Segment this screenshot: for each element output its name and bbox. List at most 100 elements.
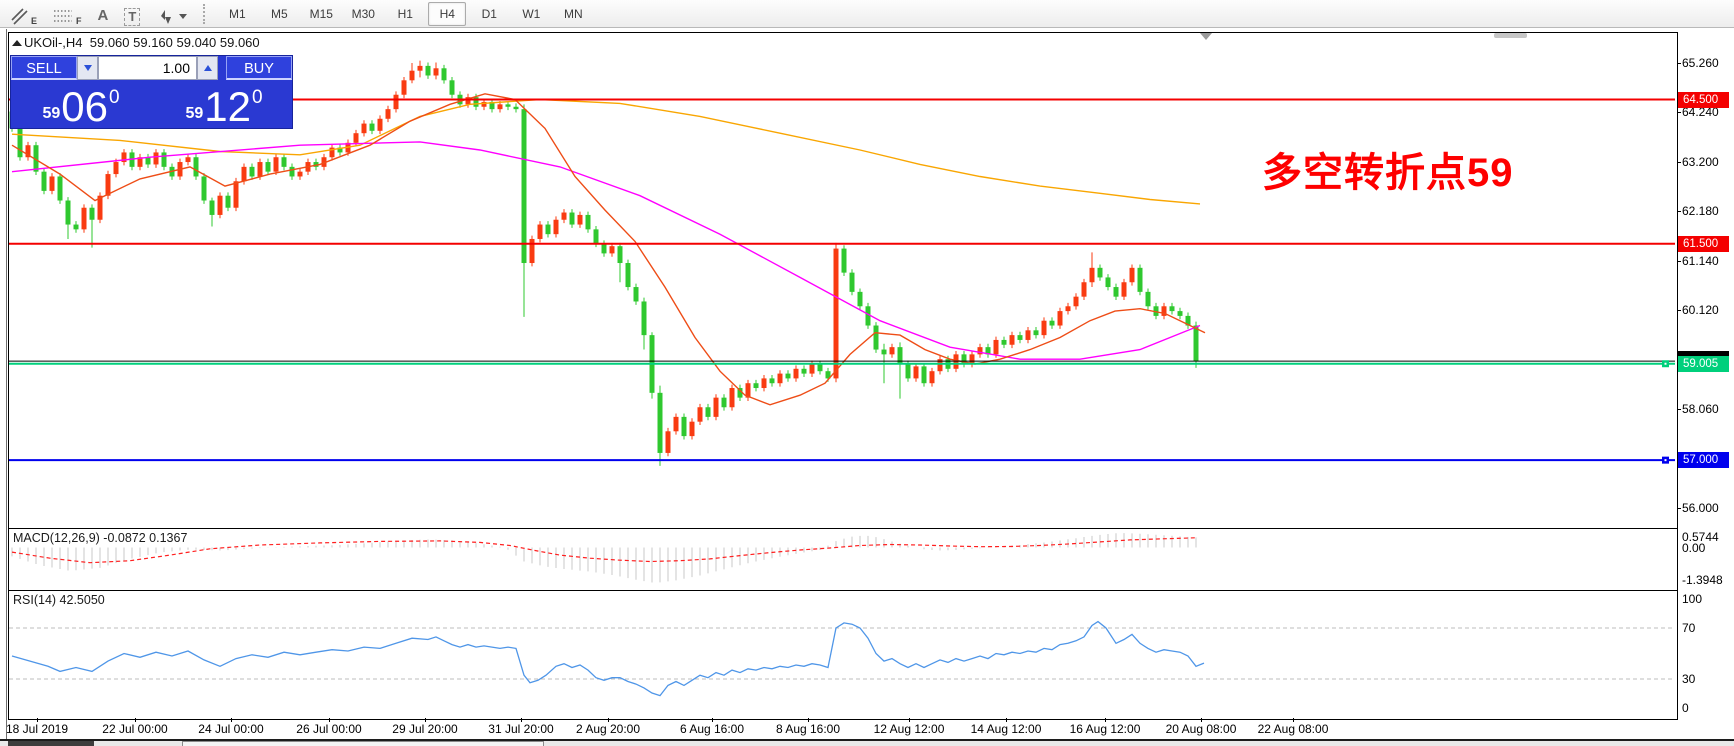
candle — [66, 197, 71, 239]
time-tick-label: 31 Jul 20:00 — [488, 722, 553, 736]
buy-button[interactable]: BUY — [226, 56, 292, 80]
macd-axis-label: 0.00 — [1682, 541, 1705, 555]
time-tick-label: 16 Aug 12:00 — [1070, 722, 1141, 736]
equidistant-channel-tool-button[interactable]: E — [4, 2, 43, 26]
candle — [1082, 279, 1087, 300]
timeframe-m15[interactable]: M15 — [302, 2, 340, 26]
rsi-chart[interactable] — [9, 591, 1675, 717]
candle — [386, 106, 391, 122]
price-tick — [1677, 112, 1681, 113]
time-tick-label: 14 Aug 12:00 — [971, 722, 1042, 736]
candle — [922, 363, 927, 387]
timeframe-m30[interactable]: M30 — [344, 2, 382, 26]
candle — [1186, 313, 1191, 329]
scrollbar-thumb[interactable] — [1494, 33, 1527, 38]
rsi-axis-label: 70 — [1682, 621, 1695, 635]
candle — [58, 173, 63, 204]
time-tick-label: 8 Aug 16:00 — [776, 722, 840, 736]
chart-tab[interactable] — [182, 741, 544, 746]
trade-panel-collapse-icon[interactable] — [12, 40, 22, 46]
price-tick-label: 65.260 — [1682, 56, 1719, 70]
candle — [1114, 284, 1119, 300]
price-tick-label: 62.180 — [1682, 204, 1719, 218]
symbol-period: UKOil-,H4 — [24, 35, 83, 50]
candle — [690, 418, 695, 439]
timeframe-m5[interactable]: M5 — [260, 2, 298, 26]
candle — [442, 65, 447, 84]
time-tick-label: 26 Jul 00:00 — [296, 722, 361, 736]
candle — [1058, 308, 1063, 329]
candle — [274, 154, 279, 175]
chevron-down-icon — [179, 14, 187, 19]
buy-price[interactable]: 59 12 0 — [154, 83, 294, 129]
candle — [770, 375, 775, 387]
macd-chart[interactable] — [9, 529, 1675, 588]
price-tick — [1677, 162, 1681, 163]
candle — [698, 404, 703, 425]
candle — [138, 154, 143, 170]
buy-price-whole: 59 — [185, 105, 203, 123]
chart-tab[interactable] — [8, 741, 94, 746]
candle — [1010, 332, 1015, 348]
candle — [538, 221, 543, 242]
candle — [674, 414, 679, 435]
timeframe-mn[interactable]: MN — [554, 2, 592, 26]
sell-price-whole: 59 — [42, 105, 60, 123]
candle — [1042, 317, 1047, 338]
timeframe-m1[interactable]: M1 — [218, 2, 256, 26]
candle — [786, 370, 791, 382]
candle — [722, 394, 727, 410]
one-click-trading-panel: SELL BUY 59 06 0 59 12 0 — [10, 55, 293, 129]
timeframe-w1[interactable]: W1 — [512, 2, 550, 26]
price-tick — [1677, 409, 1681, 410]
price-tick — [1677, 310, 1681, 311]
timeframe-h1[interactable]: H1 — [386, 2, 424, 26]
candle — [434, 63, 439, 80]
candle — [402, 77, 407, 98]
candle — [802, 365, 807, 377]
price-badge-61.500: 61.500 — [1678, 236, 1729, 252]
tool-letter: F — [76, 16, 82, 26]
quote-header: UKOil-,H4 59.060 59.160 59.040 59.060 — [24, 35, 260, 50]
volume-increment-button[interactable] — [197, 56, 218, 80]
candle — [122, 149, 127, 165]
volume-decrement-button[interactable] — [77, 56, 98, 80]
ohlc-values: 59.060 59.160 59.040 59.060 — [90, 35, 260, 50]
candle — [1122, 279, 1127, 300]
trade-panel-row: SELL BUY — [11, 56, 292, 81]
candle — [746, 380, 751, 401]
candle — [298, 168, 303, 180]
candle — [530, 236, 535, 267]
chart-text-annotation[interactable]: 多空转折点59 — [1262, 140, 1514, 198]
candle — [74, 221, 79, 233]
timeframe-d1[interactable]: D1 — [470, 2, 508, 26]
candle — [266, 159, 271, 175]
candle — [82, 204, 87, 232]
text-tool-button[interactable]: A — [92, 2, 115, 26]
candle — [362, 120, 367, 136]
sell-price-fraction: 0 — [109, 88, 120, 107]
timeframe-h4[interactable]: H4 — [428, 2, 466, 26]
arrows-tool-button[interactable] — [150, 2, 193, 26]
sell-price[interactable]: 59 06 0 — [11, 83, 151, 129]
candle — [90, 204, 95, 247]
toolbar-separator — [203, 4, 210, 24]
candle — [1050, 317, 1055, 329]
candle — [154, 149, 159, 168]
volume-input[interactable] — [98, 56, 197, 80]
candle — [426, 63, 431, 79]
candle — [610, 243, 615, 257]
time-tick-label: 24 Jul 00:00 — [198, 722, 263, 736]
fibonacci-tool-button[interactable]: F — [47, 2, 88, 26]
arrows-icon — [156, 7, 174, 26]
candle — [730, 385, 735, 411]
candle — [378, 115, 383, 134]
candle — [1026, 327, 1031, 343]
time-tick-label: 6 Aug 16:00 — [680, 722, 744, 736]
price-tick-label: 63.200 — [1682, 155, 1719, 169]
triangle-down-icon — [84, 65, 92, 71]
candle — [338, 144, 343, 156]
text-label-tool-button[interactable]: T — [118, 2, 146, 26]
candle — [330, 144, 335, 160]
sell-button[interactable]: SELL — [11, 56, 77, 80]
